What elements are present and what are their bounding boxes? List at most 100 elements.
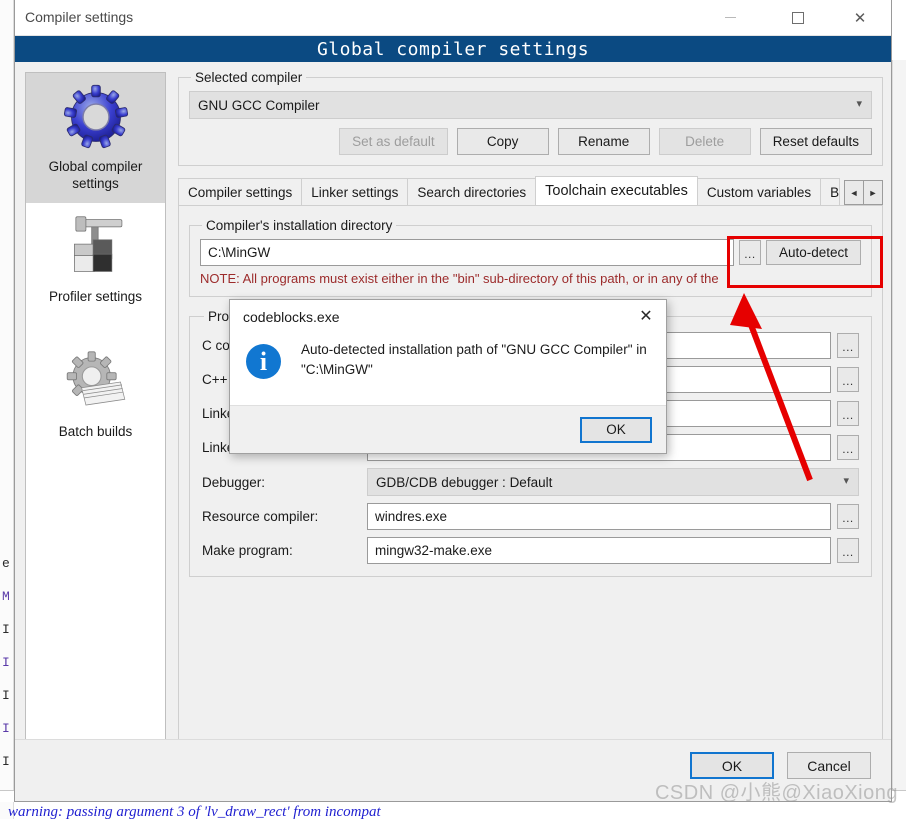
- button-label: Auto-detect: [779, 245, 848, 260]
- tab-scroll-controls: ◄ ►: [845, 180, 883, 205]
- debugger-dropdown[interactable]: GDB/CDB debugger : Default ▾: [367, 468, 859, 496]
- installation-directory-group: Compiler's installation directory C:\Min…: [189, 218, 872, 297]
- copy-button[interactable]: Copy: [457, 128, 549, 155]
- tab-search-directories[interactable]: Search directories: [407, 178, 536, 205]
- program-row-debugger: Debugger: GDB/CDB debugger : Default ▾: [202, 468, 859, 496]
- reset-defaults-button[interactable]: Reset defaults: [760, 128, 872, 155]
- modal-ok-button[interactable]: OK: [580, 417, 652, 443]
- modal-footer: OK: [230, 405, 666, 453]
- cancel-button[interactable]: Cancel: [787, 752, 871, 779]
- gear-icon: [59, 81, 133, 153]
- auto-detect-button[interactable]: Auto-detect: [766, 240, 861, 265]
- sidebar-item-label: Global compiler settings: [30, 159, 161, 193]
- ellipsis-icon: ...: [842, 408, 854, 422]
- tab-label: Search directories: [417, 185, 526, 200]
- header-banner: Global compiler settings: [15, 36, 891, 62]
- ellipsis-icon: ...: [842, 374, 854, 388]
- chevron-down-icon: ▾: [843, 474, 849, 487]
- installation-directory-legend: Compiler's installation directory: [202, 218, 396, 233]
- ok-button[interactable]: OK: [690, 752, 774, 779]
- sidebar-item-batch-builds[interactable]: Batch builds: [26, 338, 165, 451]
- rename-button[interactable]: Rename: [558, 128, 650, 155]
- tab-custom-variables[interactable]: Custom variables: [697, 178, 821, 205]
- browse-linker-static-button[interactable]: ...: [837, 435, 859, 460]
- maximize-button[interactable]: [775, 0, 821, 35]
- button-label: OK: [606, 422, 626, 437]
- field-value: windres.exe: [375, 509, 447, 524]
- csdn-watermark: CSDN @小熊@XiaoXiong: [655, 776, 898, 805]
- modal-title: codeblocks.exe: [243, 309, 340, 325]
- browse-resource-compiler-button[interactable]: ...: [837, 504, 859, 529]
- row-label: Make program:: [202, 543, 367, 558]
- tab-label: Compiler settings: [188, 185, 292, 200]
- close-button[interactable]: ✕: [837, 0, 883, 35]
- minimize-button[interactable]: [707, 0, 753, 35]
- browse-cpp-compiler-button[interactable]: ...: [837, 367, 859, 392]
- tab-build-options[interactable]: B: [820, 178, 840, 205]
- program-row-resource-compiler: Resource compiler: windres.exe ...: [202, 503, 859, 530]
- ellipsis-icon: ...: [842, 442, 854, 456]
- resource-compiler-input[interactable]: windres.exe: [367, 503, 831, 530]
- installation-path-row: C:\MinGW ... Auto-detect: [200, 239, 861, 266]
- gear-stack-icon: [59, 346, 133, 418]
- button-label: Reset defaults: [773, 134, 859, 149]
- modal-message: Auto-detected installation path of "GNU …: [301, 340, 650, 402]
- settings-tabstrip: Compiler settings Linker settings Search…: [178, 176, 883, 205]
- caliper-blocks-icon: [59, 211, 133, 283]
- modal-close-button[interactable]: ✕: [632, 304, 660, 328]
- tab-linker-settings[interactable]: Linker settings: [301, 178, 408, 205]
- sidebar-item-label: Profiler settings: [49, 289, 142, 306]
- minimize-icon: [725, 17, 736, 18]
- triangle-right-icon: ►: [869, 188, 878, 198]
- compiler-warning-text: warning: passing argument 3 of 'lv_draw_…: [8, 804, 381, 821]
- window-titlebar: Compiler settings ✕: [15, 0, 891, 36]
- tab-scroll-left-button[interactable]: ◄: [844, 180, 864, 205]
- ellipsis-icon: ...: [842, 511, 854, 525]
- sidebar-item-profiler-settings[interactable]: Profiler settings: [26, 203, 165, 316]
- auto-detect-info-dialog: codeblocks.exe ✕ i Auto-detected install…: [229, 299, 667, 454]
- selected-compiler-legend: Selected compiler: [191, 70, 306, 85]
- program-row-make-program: Make program: mingw32-make.exe ...: [202, 537, 859, 564]
- editor-right-strip: [892, 60, 906, 790]
- browse-linker-dynamic-button[interactable]: ...: [837, 401, 859, 426]
- button-label: Rename: [578, 134, 629, 149]
- modal-content: i Auto-detected installation path of "GN…: [230, 334, 666, 402]
- tab-label: Linker settings: [311, 185, 398, 200]
- selected-compiler-dropdown[interactable]: GNU GCC Compiler ▾: [189, 91, 872, 119]
- browse-make-program-button[interactable]: ...: [837, 538, 859, 563]
- row-label: Debugger:: [202, 475, 367, 490]
- tab-toolchain-executables[interactable]: Toolchain executables: [535, 176, 698, 205]
- tab-label: Toolchain executables: [545, 183, 688, 199]
- button-label: Set as default: [352, 134, 435, 149]
- button-label: Cancel: [807, 758, 851, 774]
- sidebar-item-global-compiler-settings[interactable]: Global compiler settings: [26, 73, 165, 203]
- debugger-value: GDB/CDB debugger : Default: [376, 475, 552, 490]
- tab-compiler-settings[interactable]: Compiler settings: [178, 178, 302, 205]
- browse-installation-path-button[interactable]: ...: [739, 240, 761, 265]
- window-title: Compiler settings: [25, 9, 133, 25]
- toolchain-executables-panel: Compiler's installation directory C:\Min…: [178, 205, 883, 752]
- close-icon: ✕: [639, 306, 652, 326]
- ellipsis-icon: ...: [842, 545, 854, 559]
- tab-label: B: [830, 185, 839, 200]
- settings-sidebar: Global compiler settings Profiler settin…: [25, 72, 166, 763]
- triangle-left-icon: ◄: [850, 188, 859, 198]
- info-icon: i: [246, 344, 281, 379]
- browse-c-compiler-button[interactable]: ...: [837, 333, 859, 358]
- field-value: mingw32-make.exe: [375, 543, 492, 558]
- tab-scroll-right-button[interactable]: ►: [863, 180, 883, 205]
- button-label: Copy: [487, 134, 519, 149]
- set-as-default-button[interactable]: Set as default: [339, 128, 448, 155]
- installation-path-value: C:\MinGW: [208, 245, 270, 260]
- selected-compiler-value: GNU GCC Compiler: [198, 98, 320, 113]
- selected-compiler-group: Selected compiler GNU GCC Compiler ▾ Set…: [178, 70, 883, 166]
- maximize-icon: [792, 12, 804, 24]
- make-program-input[interactable]: mingw32-make.exe: [367, 537, 831, 564]
- delete-button[interactable]: Delete: [659, 128, 751, 155]
- header-banner-text: Global compiler settings: [317, 39, 589, 60]
- installation-path-input[interactable]: C:\MinGW: [200, 239, 734, 266]
- installation-note-text: NOTE: All programs must exist either in …: [200, 271, 861, 286]
- compiler-action-buttons: Set as default Copy Rename Delete Reset …: [189, 128, 872, 155]
- tab-label: Custom variables: [707, 185, 811, 200]
- ellipsis-icon: ...: [842, 340, 854, 354]
